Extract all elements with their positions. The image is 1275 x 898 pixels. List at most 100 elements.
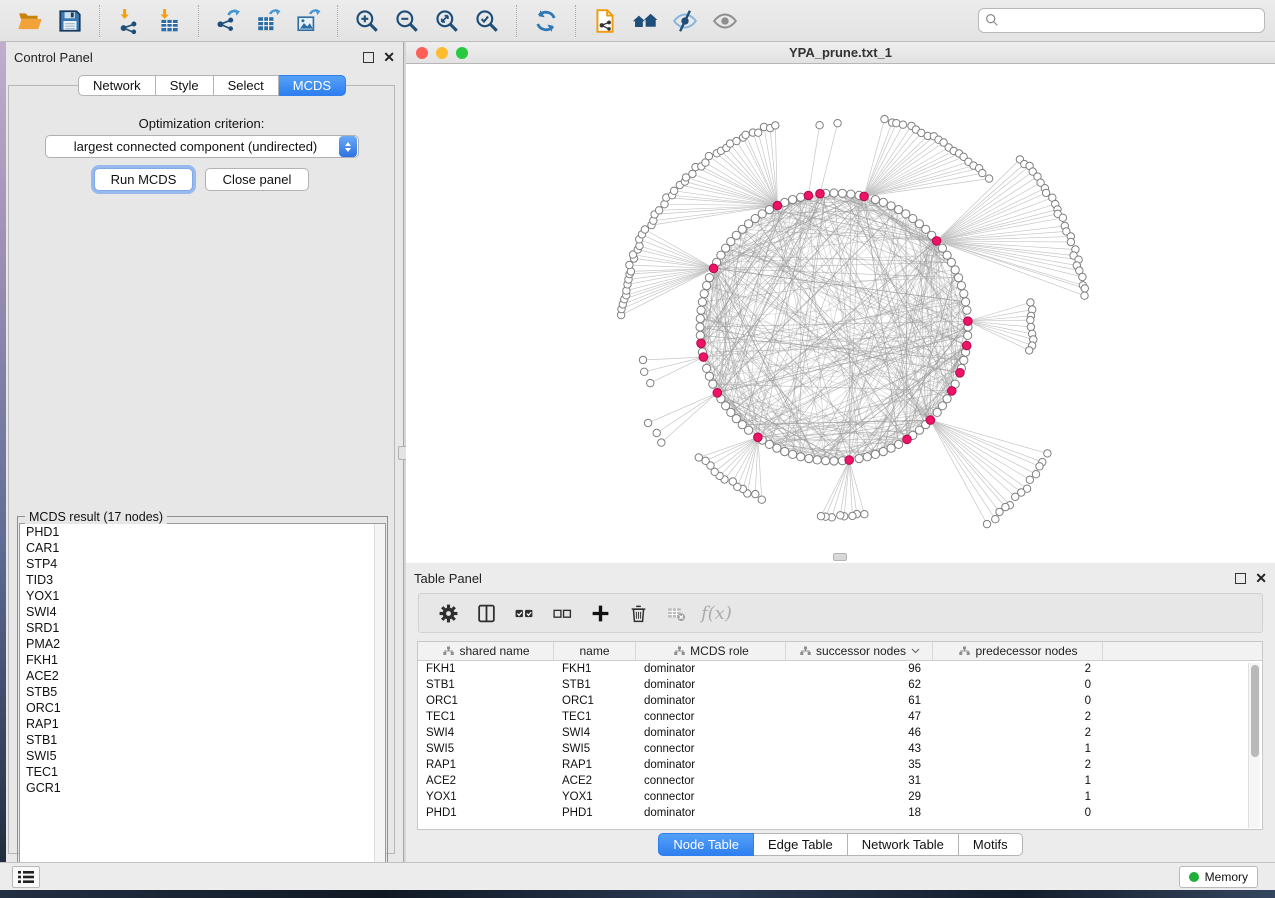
- table-cell[interactable]: 2: [933, 661, 1103, 677]
- import-table-icon[interactable]: [154, 6, 184, 36]
- table-cell[interactable]: 0: [933, 693, 1103, 709]
- table-cell[interactable]: dominator: [636, 725, 786, 741]
- mcds-result-item[interactable]: SRD1: [20, 620, 385, 636]
- mcds-result-item[interactable]: YOX1: [20, 588, 385, 604]
- table-cell[interactable]: connector: [636, 773, 786, 789]
- mcds-result-item[interactable]: ACE2: [20, 668, 385, 684]
- optimization-select[interactable]: largest connected component (undirected): [45, 135, 359, 158]
- memory-button[interactable]: Memory: [1179, 866, 1258, 888]
- tab-style[interactable]: Style: [156, 75, 214, 96]
- table-cell[interactable]: STB1: [554, 677, 636, 693]
- mcds-result-item[interactable]: STB1: [20, 732, 385, 748]
- open-session-icon[interactable]: [15, 6, 45, 36]
- table-row[interactable]: ORC1ORC1dominator610: [418, 693, 1262, 709]
- table-cell[interactable]: 1: [933, 741, 1103, 757]
- tab-network-table[interactable]: Network Table: [848, 833, 959, 856]
- table-cell[interactable]: ACE2: [418, 773, 554, 789]
- show-columns-icon[interactable]: [473, 600, 499, 626]
- mcds-result-item[interactable]: PHD1: [20, 524, 385, 540]
- table-cell[interactable]: FKH1: [554, 661, 636, 677]
- create-column-plus-icon[interactable]: [587, 600, 613, 626]
- close-panel-icon[interactable]: ✕: [383, 52, 395, 63]
- scrollbar-thumb[interactable]: [1251, 665, 1259, 757]
- network-from-selection-icon[interactable]: [590, 6, 620, 36]
- mcds-result-item[interactable]: ORC1: [20, 700, 385, 716]
- table-row[interactable]: FKH1FKH1dominator962: [418, 661, 1262, 677]
- save-session-icon[interactable]: [55, 6, 85, 36]
- table-cell[interactable]: dominator: [636, 661, 786, 677]
- mcds-result-item[interactable]: SWI5: [20, 748, 385, 764]
- table-cell[interactable]: 2: [933, 709, 1103, 725]
- table-cell[interactable]: connector: [636, 789, 786, 805]
- select-all-rows-icon[interactable]: [511, 600, 537, 626]
- table-cell[interactable]: PHD1: [418, 805, 554, 821]
- zoom-out-icon[interactable]: [392, 6, 422, 36]
- mcds-result-item[interactable]: STB5: [20, 684, 385, 700]
- table-cell[interactable]: 61: [786, 693, 933, 709]
- table-cell[interactable]: dominator: [636, 805, 786, 821]
- table-row[interactable]: SWI4SWI4dominator462: [418, 725, 1262, 741]
- export-network-icon[interactable]: [213, 6, 243, 36]
- table-cell[interactable]: ACE2: [554, 773, 636, 789]
- table-cell[interactable]: SWI4: [554, 725, 636, 741]
- show-graphics-details-icon[interactable]: [710, 6, 740, 36]
- table-cell[interactable]: dominator: [636, 757, 786, 773]
- table-cell[interactable]: PHD1: [554, 805, 636, 821]
- table-cell[interactable]: 31: [786, 773, 933, 789]
- zoom-fit-icon[interactable]: [432, 6, 462, 36]
- tab-motifs[interactable]: Motifs: [959, 833, 1023, 856]
- table-cell[interactable]: RAP1: [554, 757, 636, 773]
- table-cell[interactable]: 0: [933, 677, 1103, 693]
- mcds-result-item[interactable]: PMA2: [20, 636, 385, 652]
- search-input[interactable]: [978, 8, 1265, 33]
- column-header-name[interactable]: name: [554, 642, 636, 660]
- zoom-selected-icon[interactable]: [472, 6, 502, 36]
- run-mcds-button[interactable]: Run MCDS: [94, 168, 193, 191]
- mcds-result-item[interactable]: TID3: [20, 572, 385, 588]
- tab-network[interactable]: Network: [78, 75, 156, 96]
- table-cell[interactable]: 96: [786, 661, 933, 677]
- tab-node-table[interactable]: Node Table: [658, 833, 754, 856]
- tab-edge-table[interactable]: Edge Table: [754, 833, 848, 856]
- mcds-result-item[interactable]: SWI4: [20, 604, 385, 620]
- column-header-predecessor-nodes[interactable]: predecessor nodes: [933, 642, 1103, 660]
- table-cell[interactable]: 0: [933, 805, 1103, 821]
- float-panel-icon[interactable]: [363, 52, 374, 63]
- table-cell[interactable]: YOX1: [554, 789, 636, 805]
- apply-layout-icon[interactable]: [531, 6, 561, 36]
- table-row[interactable]: STB1STB1dominator620: [418, 677, 1262, 693]
- table-cell[interactable]: 46: [786, 725, 933, 741]
- network-canvas[interactable]: [406, 64, 1275, 563]
- table-cell[interactable]: dominator: [636, 693, 786, 709]
- mcds-result-item[interactable]: TEC1: [20, 764, 385, 780]
- horizontal-splitter-handle[interactable]: [833, 553, 847, 561]
- zoom-in-icon[interactable]: [352, 6, 382, 36]
- table-cell[interactable]: 1: [933, 789, 1103, 805]
- table-cell[interactable]: 2: [933, 757, 1103, 773]
- table-cell[interactable]: 2: [933, 725, 1103, 741]
- table-cell[interactable]: dominator: [636, 677, 786, 693]
- table-cell[interactable]: 35: [786, 757, 933, 773]
- table-cell[interactable]: TEC1: [418, 709, 554, 725]
- table-cell[interactable]: FKH1: [418, 661, 554, 677]
- table-cell[interactable]: SWI5: [418, 741, 554, 757]
- table-row[interactable]: SWI5SWI5connector431: [418, 741, 1262, 757]
- table-cell[interactable]: SWI4: [418, 725, 554, 741]
- table-cell[interactable]: connector: [636, 709, 786, 725]
- mcds-result-item[interactable]: GCR1: [20, 780, 385, 796]
- column-header-MCDS-role[interactable]: MCDS role: [636, 642, 786, 660]
- column-header-successor-nodes[interactable]: successor nodes: [786, 642, 933, 660]
- table-row[interactable]: ACE2ACE2connector311: [418, 773, 1262, 789]
- tab-select[interactable]: Select: [214, 75, 279, 96]
- table-row[interactable]: RAP1RAP1dominator352: [418, 757, 1262, 773]
- table-cell[interactable]: STB1: [418, 677, 554, 693]
- table-cell[interactable]: RAP1: [418, 757, 554, 773]
- export-table-icon[interactable]: [253, 6, 283, 36]
- table-cell[interactable]: 43: [786, 741, 933, 757]
- import-network-icon[interactable]: [114, 6, 144, 36]
- close-table-panel-icon[interactable]: ✕: [1255, 573, 1267, 584]
- table-cell[interactable]: ORC1: [554, 693, 636, 709]
- mcds-result-item[interactable]: RAP1: [20, 716, 385, 732]
- table-cell[interactable]: 47: [786, 709, 933, 725]
- table-row[interactable]: YOX1YOX1connector291: [418, 789, 1262, 805]
